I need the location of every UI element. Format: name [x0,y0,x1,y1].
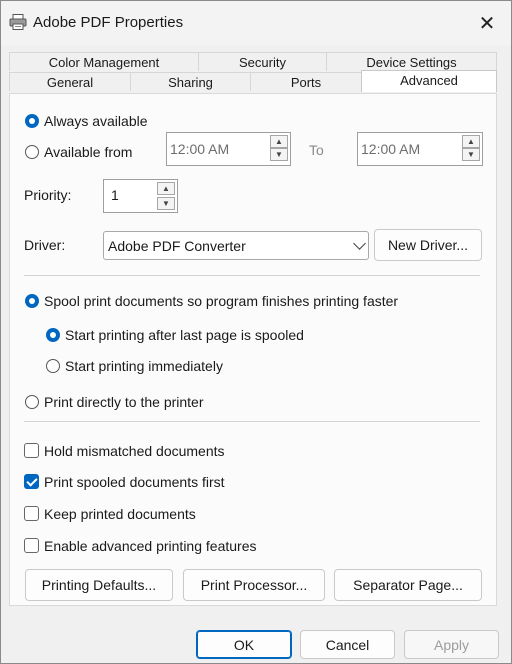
divider [24,421,480,422]
tab-color-management[interactable]: Color Management [9,52,199,71]
driver-value: Adobe PDF Converter [108,238,246,254]
to-time-field[interactable]: 12:00 AM ▲ ▼ [357,132,483,166]
priority-label: Priority: [24,187,72,203]
chevron-down-icon [353,237,366,250]
after-last-page-label: Start printing after last page is spoole… [65,327,304,343]
spool-label: Spool print documents so program finishe… [44,293,399,309]
tab-sharing[interactable]: Sharing [130,72,251,91]
always-available-label: Always available [44,113,148,129]
print-spooled-first-checkbox[interactable] [24,474,39,489]
close-icon: ✕ [478,12,496,35]
keep-printed-checkbox[interactable] [24,506,39,521]
hold-mismatched-checkbox[interactable] [24,443,39,458]
advanced-features-label: Enable advanced printing features [44,538,257,554]
spool-radio[interactable] [25,294,39,308]
start-immediately-radio[interactable] [46,359,60,373]
to-time-up-button[interactable]: ▲ [462,135,480,148]
priority-value: 1 [111,187,119,203]
driver-select[interactable]: Adobe PDF Converter [103,231,369,260]
new-driver-button[interactable]: New Driver... [374,229,482,261]
printing-defaults-button[interactable]: Printing Defaults... [25,569,173,601]
keep-printed-label: Keep printed documents [44,506,196,522]
tab-device-settings[interactable]: Device Settings [326,52,497,71]
driver-label: Driver: [24,237,66,253]
tab-ports[interactable]: Ports [250,72,362,91]
from-time-field[interactable]: 12:00 AM ▲ ▼ [166,132,291,166]
always-available-radio[interactable] [25,114,39,128]
print-direct-label: Print directly to the printer [44,394,204,410]
printer-icon [9,14,27,30]
priority-up-button[interactable]: ▲ [157,182,175,195]
after-last-page-radio[interactable] [46,328,60,342]
separator-page-button[interactable]: Separator Page... [334,569,482,601]
window-title: Adobe PDF Properties [33,14,184,31]
print-direct-radio[interactable] [25,395,39,409]
advanced-features-checkbox[interactable] [24,538,39,553]
tab-advanced[interactable]: Advanced [361,70,497,92]
tab-security[interactable]: Security [198,52,327,71]
advanced-panel [9,93,497,606]
priority-down-button[interactable]: ▼ [157,197,175,210]
tab-general[interactable]: General [9,72,131,91]
from-time-up-button[interactable]: ▲ [270,135,288,148]
apply-button[interactable]: Apply [404,630,499,659]
to-label: To [309,142,324,158]
cancel-button[interactable]: Cancel [300,630,395,659]
from-time-value: 12:00 AM [170,141,230,157]
priority-field[interactable]: 1 ▲ ▼ [103,179,178,213]
start-immediately-label: Start printing immediately [65,358,223,374]
from-time-down-button[interactable]: ▼ [270,148,288,161]
available-from-label: Available from [44,144,133,160]
close-button[interactable]: ✕ [470,8,504,38]
print-processor-button[interactable]: Print Processor... [183,569,325,601]
to-time-down-button[interactable]: ▼ [462,148,480,161]
ok-button[interactable]: OK [196,630,292,659]
available-from-radio[interactable] [25,145,39,159]
print-spooled-first-label: Print spooled documents first [44,474,225,490]
divider [24,275,480,276]
to-time-value: 12:00 AM [361,141,421,157]
hold-mismatched-label: Hold mismatched documents [44,443,225,459]
